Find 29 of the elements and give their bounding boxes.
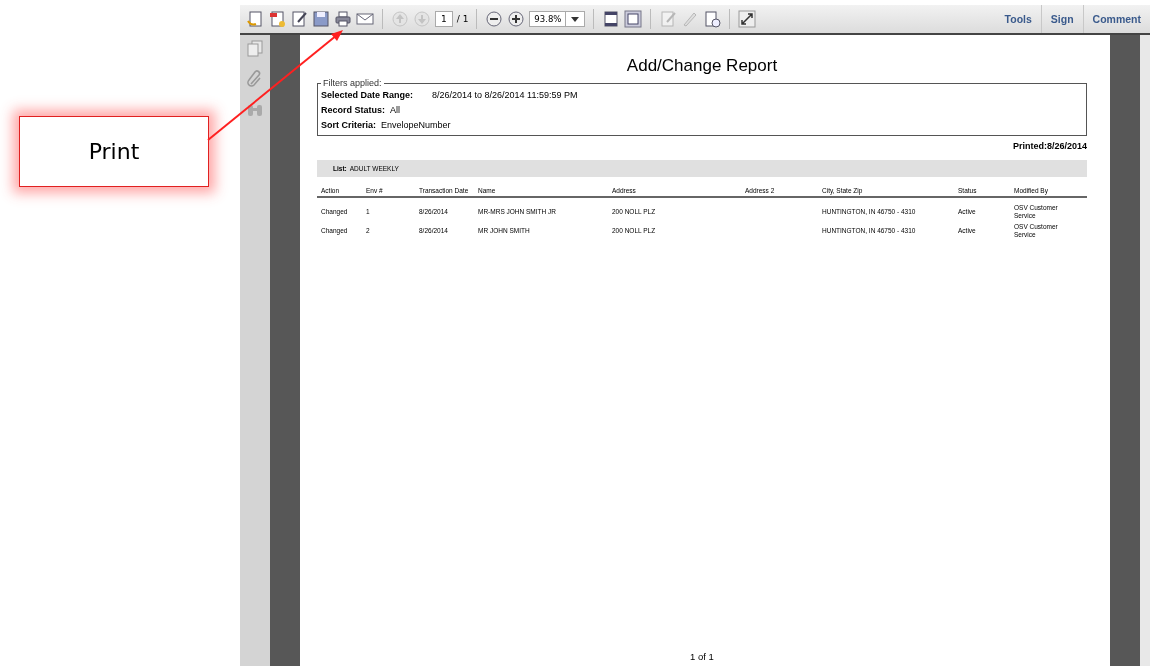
- page-footer: 1 of 1: [317, 651, 1087, 662]
- toolbar-link[interactable]: Comment: [1082, 5, 1150, 33]
- fit-width-icon[interactable]: [602, 10, 621, 28]
- document-clock-icon[interactable]: [703, 10, 722, 28]
- expand-icon[interactable]: [738, 10, 757, 28]
- zoom-out-icon[interactable]: [485, 10, 504, 28]
- save-icon[interactable]: [312, 10, 330, 28]
- scrollbar[interactable]: [1140, 35, 1150, 666]
- page-total: / 1: [456, 14, 469, 24]
- filter-value: All: [390, 104, 401, 117]
- filter-value: 8/26/2014 to 8/26/2014 11:59:59 PM: [432, 89, 578, 102]
- page-number-field[interactable]: 1: [435, 11, 453, 27]
- zoom-in-icon[interactable]: [507, 10, 526, 28]
- edit-document-icon[interactable]: [290, 10, 308, 28]
- filter-label: Record Status:: [321, 104, 385, 117]
- printed-date: Printed:8/26/2014: [1011, 141, 1087, 151]
- filter-label: Selected Date Range:: [321, 89, 414, 102]
- callout-box: Print: [19, 116, 209, 187]
- print-icon[interactable]: [334, 10, 352, 28]
- zoom-dropdown[interactable]: 93.8%: [529, 11, 586, 27]
- filter-label: Sort Criteria:: [321, 119, 376, 132]
- caret-icon: [571, 16, 580, 22]
- filters-legend: Filters applied:: [321, 78, 384, 88]
- filter-value: EnvelopeNumber: [381, 119, 451, 132]
- toolbar-link[interactable]: Tools: [995, 5, 1041, 33]
- mail-icon[interactable]: [356, 10, 374, 28]
- toolbar-link[interactable]: Sign: [1040, 5, 1083, 33]
- paperclip-icon[interactable]: [246, 70, 264, 88]
- report-title: Add/Change Report: [625, 56, 779, 76]
